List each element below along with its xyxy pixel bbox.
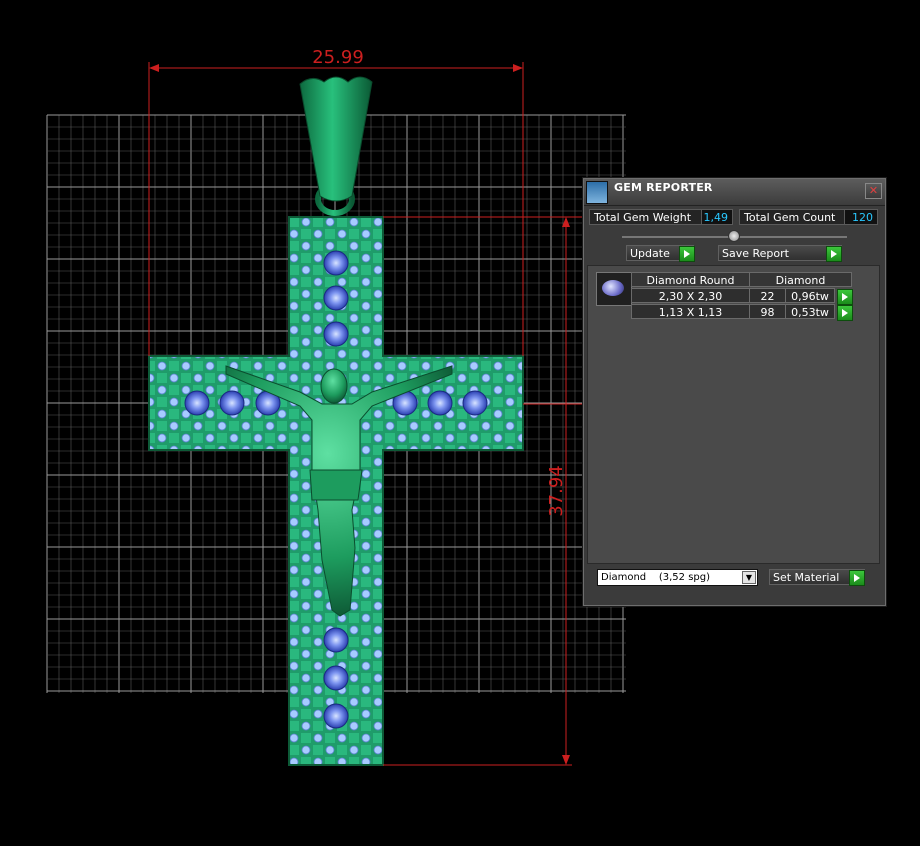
gem-reporter-titlebar[interactable]: GEM REPORTER ✕ (584, 179, 885, 206)
gem-row-size: 1,13 X 1,13 (631, 304, 750, 319)
gem-row-count: 22 (749, 288, 786, 303)
close-icon: ✕ (868, 184, 879, 197)
gem-row-size: 2,30 X 2,30 (631, 288, 750, 303)
height-dimension-label: 37.94 (546, 465, 567, 517)
save-report-button[interactable]: Save Report (718, 245, 842, 261)
column-header-shape: Diamond Round (631, 272, 750, 287)
close-button[interactable]: ✕ (865, 183, 882, 199)
chevron-down-icon[interactable]: ▼ (742, 571, 756, 584)
gem-reporter-icon (586, 181, 608, 204)
gem-row-play-icon[interactable] (837, 305, 853, 321)
column-header-material: Diamond (749, 272, 852, 287)
total-gem-count-value: 120 (844, 209, 878, 225)
diamond-gem (219, 390, 245, 416)
width-dimension-label: 25.99 (312, 47, 364, 68)
set-material-play-icon[interactable] (849, 570, 865, 586)
gem-reporter-title: GEM REPORTER (614, 181, 713, 194)
diamond-gem (323, 665, 349, 691)
diamond-gem (427, 390, 453, 416)
gem-row-weight: 0,96tw (785, 288, 835, 303)
diamond-gem (323, 627, 349, 653)
diamond-gem (323, 285, 349, 311)
diamond-gem (323, 321, 349, 347)
diamond-gem (184, 390, 210, 416)
gem-row-count: 98 (749, 304, 786, 319)
diamond-round-icon[interactable] (596, 272, 632, 306)
total-gem-weight-value: 1,49 (701, 209, 733, 225)
diamond-gem (462, 390, 488, 416)
diamond-gem (323, 703, 349, 729)
slider-knob[interactable] (728, 230, 740, 242)
material-select[interactable]: Diamond (3,52 spg) ▼ (597, 569, 758, 586)
update-play-icon[interactable] (679, 246, 695, 262)
gem-row-play-icon[interactable] (837, 289, 853, 305)
gem-row-weight: 0,53tw (785, 304, 835, 319)
gem-reporter-panel: GEM REPORTER ✕ Total Gem Weight 1,49 Tot… (583, 178, 886, 606)
gem-list: Diamond Round Diamond 2,30 X 2,30 22 0,9… (587, 265, 880, 564)
material-select-value: Diamond (3,52 spg) (601, 572, 711, 583)
save-report-play-icon[interactable] (826, 246, 842, 262)
diamond-gem (323, 250, 349, 276)
